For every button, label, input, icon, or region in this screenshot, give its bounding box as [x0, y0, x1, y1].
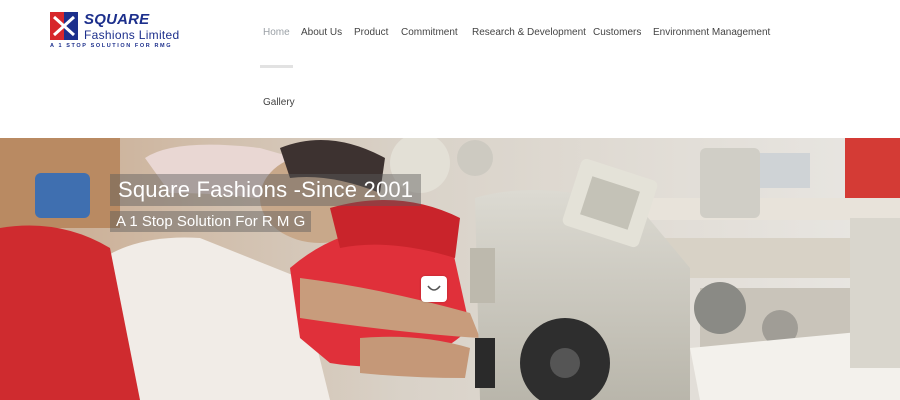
nav-item-research-development[interactable]: Research & Development	[472, 27, 586, 38]
hero-title: Square Fashions -Since 2001	[110, 174, 422, 206]
brand-tagline: A 1 STOP SOLUTION FOR RMG	[50, 43, 173, 49]
chevron-down-icon	[427, 285, 441, 291]
nav-item-environment-management[interactable]: Environment Management	[653, 27, 770, 38]
brand-name: SQUARE	[84, 11, 150, 28]
hero-subtitle: A 1 Stop Solution For R M G	[110, 211, 312, 232]
brand-subtitle: Fashions Limited	[84, 28, 180, 42]
nav-item-customers[interactable]: Customers	[593, 27, 641, 38]
nav-item-gallery[interactable]: Gallery	[263, 97, 295, 108]
nav-item-about-us[interactable]: About Us	[301, 27, 342, 38]
nav-active-indicator	[260, 65, 293, 68]
brand-logo[interactable]: SQUARE Fashions Limited A 1 STOP SOLUTIO…	[50, 11, 200, 52]
site-header: SQUARE Fashions Limited A 1 STOP SOLUTIO…	[0, 0, 900, 138]
scroll-down-button[interactable]	[421, 276, 447, 302]
hero-banner: Square Fashions -Since 2001 A 1 Stop Sol…	[0, 138, 900, 400]
nav-item-home[interactable]: Home	[263, 27, 290, 38]
nav-item-product[interactable]: Product	[354, 27, 388, 38]
square-logo-icon	[50, 12, 78, 40]
nav-item-commitment[interactable]: Commitment	[401, 27, 458, 38]
